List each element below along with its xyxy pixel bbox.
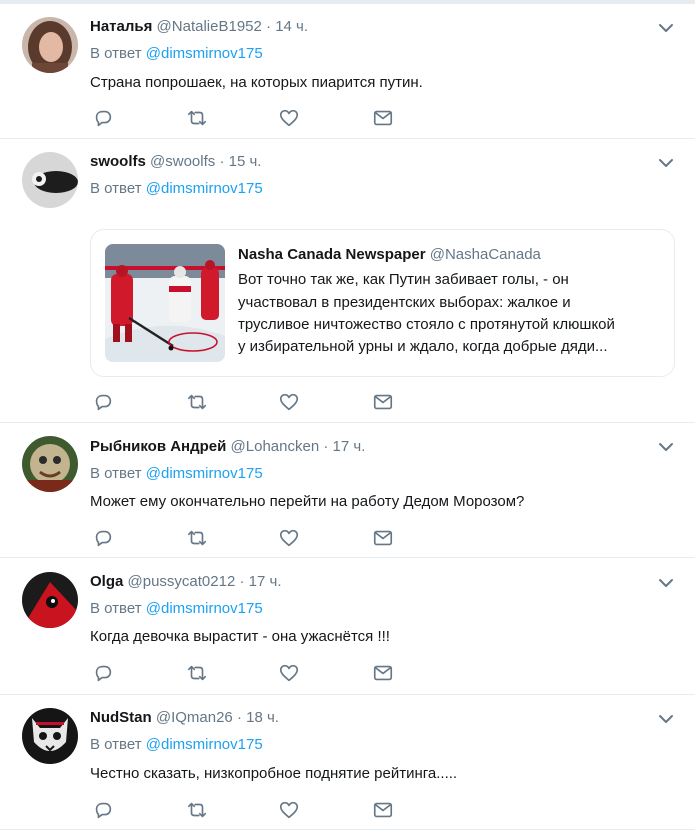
tweet-header: Рыбников Андрей @Lohancken · 17 ч. xyxy=(90,437,365,457)
reply-prefix: В ответ xyxy=(90,600,142,617)
reply-context: В ответ @dimsmirnov175 xyxy=(90,599,263,619)
avatar[interactable] xyxy=(22,572,78,628)
tweet-text: Может ему окончательно перейти на работу… xyxy=(90,493,525,510)
tweet-olga[interactable]: Olga @pussycat0212 · 17 ч. В ответ @dims… xyxy=(0,558,695,695)
avatar-nudstan-image xyxy=(22,708,78,764)
avatar[interactable] xyxy=(22,436,78,492)
reply-prefix: В ответ xyxy=(90,736,142,753)
tweet-natalie[interactable]: Наталья @NatalieB1952 · 14 ч. В ответ @d… xyxy=(0,4,695,139)
reply-icon[interactable] xyxy=(92,799,114,821)
action-bar xyxy=(90,662,410,684)
heart-icon[interactable] xyxy=(278,527,300,549)
avatar-swoolfs-image xyxy=(22,152,78,208)
avatar-olga-image xyxy=(22,572,78,628)
reply-icon[interactable] xyxy=(92,527,114,549)
mention-link[interactable]: @dimsmirnov175 xyxy=(146,180,263,197)
retweet-icon[interactable] xyxy=(186,662,208,684)
reply-context: В ответ @dimsmirnov175 xyxy=(90,464,263,484)
heart-icon[interactable] xyxy=(278,391,300,413)
reply-prefix: В ответ xyxy=(90,465,142,482)
reply-context: В ответ @dimsmirnov175 xyxy=(90,44,263,64)
heart-icon[interactable] xyxy=(278,662,300,684)
user-handle[interactable]: @pussycat0212 xyxy=(128,573,236,590)
user-handle[interactable]: @NatalieB1952 xyxy=(157,18,262,35)
avatar-rybnikov-image xyxy=(22,436,78,492)
chevron-down-icon[interactable] xyxy=(656,437,676,457)
reply-icon[interactable] xyxy=(92,662,114,684)
avatar[interactable] xyxy=(22,17,78,73)
envelope-icon[interactable] xyxy=(372,799,394,821)
avatar[interactable] xyxy=(22,152,78,208)
user-handle[interactable]: @IQman26 xyxy=(156,709,233,726)
separator: · xyxy=(219,153,225,170)
quoted-text-line: трусливое ничтожество стояло с протянуто… xyxy=(238,316,615,333)
quoted-media-thumbnail[interactable] xyxy=(105,244,225,362)
envelope-icon[interactable] xyxy=(372,662,394,684)
reply-context: В ответ @dimsmirnov175 xyxy=(90,735,263,755)
heart-icon[interactable] xyxy=(278,799,300,821)
action-bar xyxy=(90,391,410,413)
chevron-down-icon[interactable] xyxy=(656,18,676,38)
timestamp[interactable]: 15 ч. xyxy=(229,153,262,170)
quoted-tweet-header: Nasha Canada Newspaper @NashaCanada xyxy=(238,245,541,265)
display-name[interactable]: Наталья xyxy=(90,18,152,35)
envelope-icon[interactable] xyxy=(372,107,394,129)
retweet-icon[interactable] xyxy=(186,799,208,821)
tweet-rybnikov[interactable]: Рыбников Андрей @Lohancken · 17 ч. В отв… xyxy=(0,423,695,558)
display-name[interactable]: NudStan xyxy=(90,709,152,726)
chevron-down-icon[interactable] xyxy=(656,709,676,729)
quoted-display-name[interactable]: Nasha Canada Newspaper xyxy=(238,246,426,263)
tweet-swoolfs[interactable]: swoolfs @swoolfs · 15 ч. В ответ @dimsmi… xyxy=(0,139,695,423)
envelope-icon[interactable] xyxy=(372,391,394,413)
heart-icon[interactable] xyxy=(278,107,300,129)
separator: · xyxy=(323,438,329,455)
reply-icon[interactable] xyxy=(92,107,114,129)
display-name[interactable]: Рыбников Андрей xyxy=(90,438,226,455)
retweet-icon[interactable] xyxy=(186,107,208,129)
mention-link[interactable]: @dimsmirnov175 xyxy=(146,600,263,617)
tweet-text: Честно сказать, низкопробное поднятие ре… xyxy=(90,765,458,782)
separator: · xyxy=(266,18,272,35)
timestamp[interactable]: 17 ч. xyxy=(249,573,282,590)
timestamp[interactable]: 17 ч. xyxy=(333,438,366,455)
mention-link[interactable]: @dimsmirnov175 xyxy=(146,465,263,482)
chevron-down-icon[interactable] xyxy=(656,153,676,173)
quoted-text-line: у избирательной урны и ждало, когда добр… xyxy=(238,338,608,355)
retweet-icon[interactable] xyxy=(186,391,208,413)
timestamp[interactable]: 18 ч. xyxy=(246,709,279,726)
action-bar xyxy=(90,527,410,549)
tweet-text: Когда девочка вырастит - она ужаснётся !… xyxy=(90,628,390,645)
quoted-user-handle[interactable]: @NashaCanada xyxy=(430,246,541,263)
user-handle[interactable]: @Lohancken xyxy=(231,438,320,455)
action-bar xyxy=(90,799,410,821)
mention-link[interactable]: @dimsmirnov175 xyxy=(146,736,263,753)
reply-prefix: В ответ xyxy=(90,180,142,197)
display-name[interactable]: swoolfs xyxy=(90,153,146,170)
tweet-nudstan[interactable]: NudStan @IQman26 · 18 ч. В ответ @dimsmi… xyxy=(0,695,695,830)
mention-link[interactable]: @dimsmirnov175 xyxy=(146,45,263,62)
quoted-tweet-card[interactable]: Nasha Canada Newspaper @NashaCanada Вот … xyxy=(90,229,675,377)
tweet-text: Страна попрошаек, на которых пиарится пу… xyxy=(90,74,423,91)
separator: · xyxy=(239,573,245,590)
tweet-header: Наталья @NatalieB1952 · 14 ч. xyxy=(90,17,308,37)
tweet-header: NudStan @IQman26 · 18 ч. xyxy=(90,708,279,728)
tweet-header: swoolfs @swoolfs · 15 ч. xyxy=(90,152,261,172)
action-bar xyxy=(90,107,410,129)
reply-context: В ответ @dimsmirnov175 xyxy=(90,179,263,199)
reply-prefix: В ответ xyxy=(90,45,142,62)
separator: · xyxy=(236,709,242,726)
reply-icon[interactable] xyxy=(92,391,114,413)
envelope-icon[interactable] xyxy=(372,527,394,549)
avatar[interactable] xyxy=(22,708,78,764)
tweet-header: Olga @pussycat0212 · 17 ч. xyxy=(90,572,282,592)
avatar-natalie-image xyxy=(22,17,78,73)
quoted-text-line: участвовал в президентских выборах: жалк… xyxy=(238,294,571,311)
display-name[interactable]: Olga xyxy=(90,573,123,590)
reply-feed: Наталья @NatalieB1952 · 14 ч. В ответ @d… xyxy=(0,0,695,833)
user-handle[interactable]: @swoolfs xyxy=(150,153,215,170)
quoted-text-line: Вот точно так же, как Путин забивает гол… xyxy=(238,271,569,288)
chevron-down-icon[interactable] xyxy=(656,573,676,593)
retweet-icon[interactable] xyxy=(186,527,208,549)
timestamp[interactable]: 14 ч. xyxy=(275,18,308,35)
